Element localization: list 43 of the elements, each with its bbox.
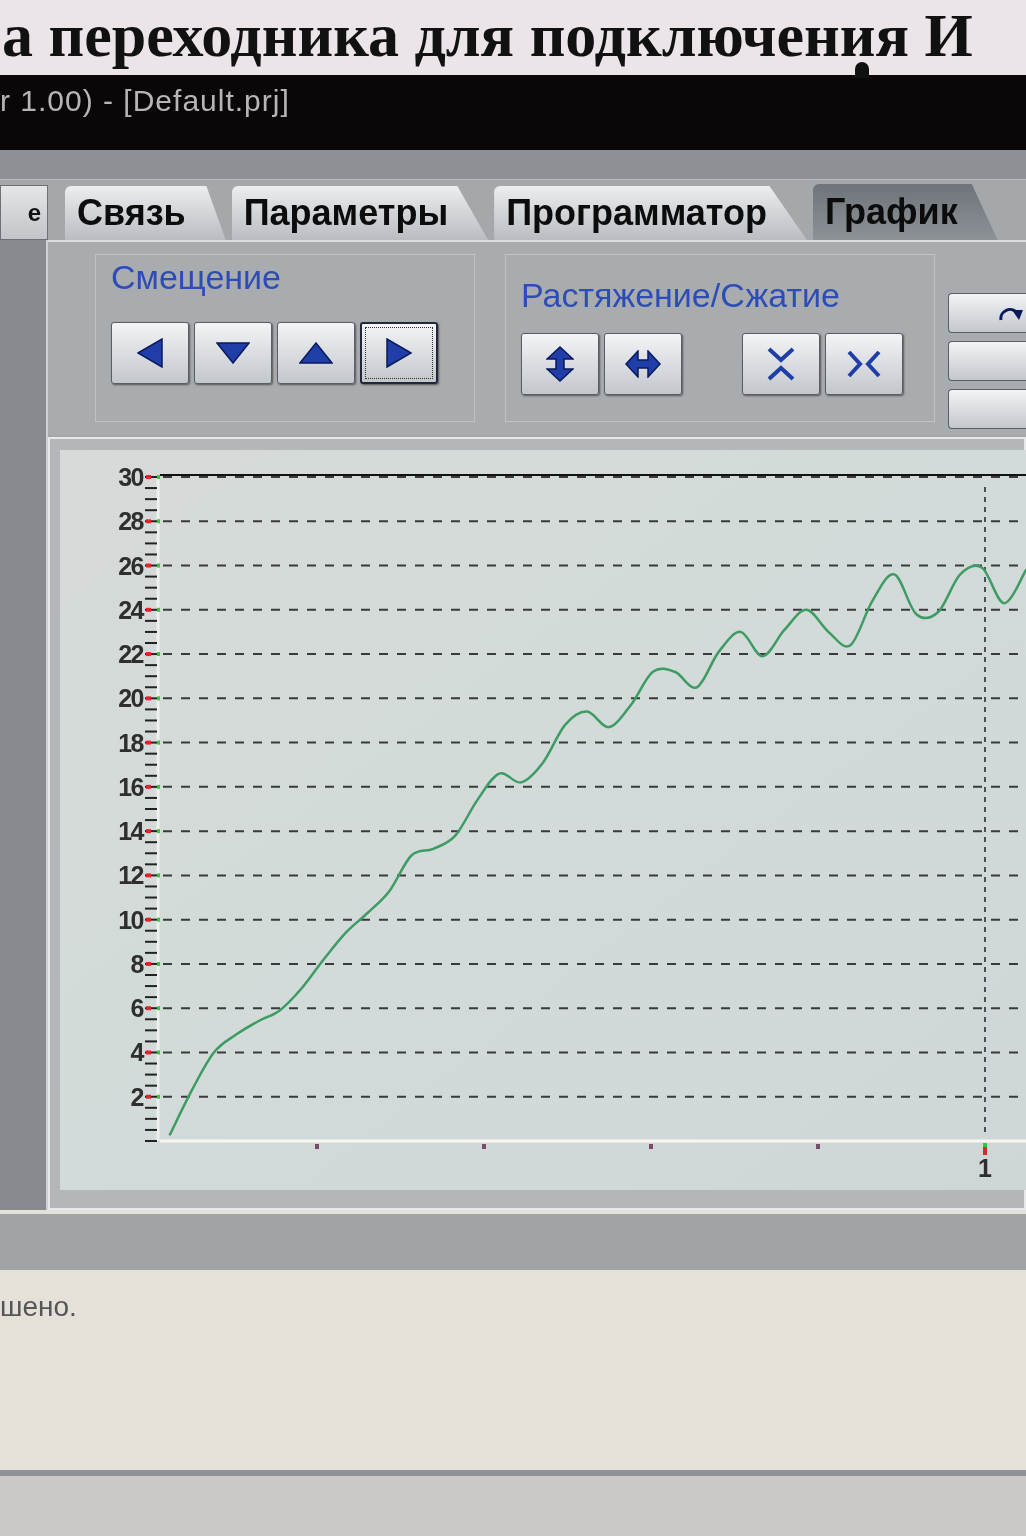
tool-button[interactable] [521,333,599,395]
y-tick-label: 26 [118,551,143,580]
tab[interactable]: Программатор [494,186,807,240]
tool-button[interactable] [742,333,820,395]
y-tick-label: 16 [118,772,143,801]
up-triangle-icon [299,342,333,364]
y-tick-label: 22 [118,640,143,669]
y-tick-label: 30 [118,463,143,491]
horizontal-double-arrow-icon [625,350,661,378]
group-title: Смещение [111,257,282,297]
group-title: Растяжение/Сжатие [521,275,840,315]
y-tick-label: 18 [118,728,143,757]
window-title: r 1.00) - [Default.prj] [0,83,290,119]
document-heading: а переходника для подключения И [1,0,973,68]
side-button[interactable] [948,293,1026,333]
y-tick-label: 2 [130,1082,143,1111]
tool-button[interactable] [604,333,682,395]
vertical-double-arrow-icon [546,346,574,382]
inward-vertical-chevrons-icon [766,347,796,381]
tab[interactable]: График [812,184,998,240]
y-tick-label: 8 [130,949,143,978]
inward-horizontal-chevrons-icon [847,349,881,379]
y-tick-label: 20 [118,684,143,713]
cursor-label: 1 [978,1154,992,1182]
tool-button[interactable] [194,322,272,384]
y-tick-label: 4 [130,1038,143,1067]
y-tick-label: 6 [130,994,143,1023]
left-triangle-icon [137,338,163,368]
status-text: шено. [0,1290,77,1324]
y-tick-label: 28 [118,507,143,536]
y-tick-label: 12 [118,861,143,890]
y-tick-label: 24 [118,595,143,624]
tab[interactable]: Связь [65,186,226,240]
tab[interactable]: Параметры [231,186,489,240]
y-tick-label: 10 [118,905,143,934]
tool-button[interactable] [360,322,438,384]
right-triangle-icon [386,338,412,368]
y-tick-label: 14 [118,817,143,846]
down-triangle-icon [216,342,250,364]
tool-button[interactable] [277,322,355,384]
tool-button[interactable] [825,333,903,395]
tool-button[interactable] [111,322,189,384]
side-tab[interactable]: е [0,185,48,240]
